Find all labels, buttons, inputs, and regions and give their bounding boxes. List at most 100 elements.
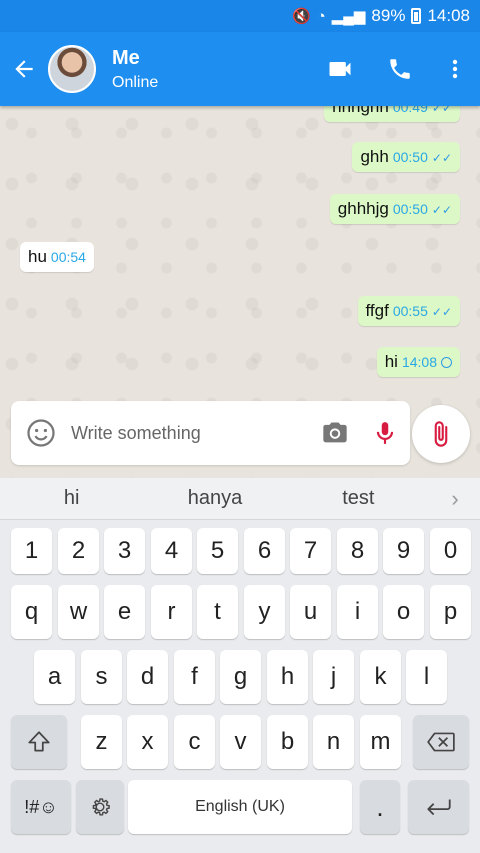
battery-icon bbox=[411, 8, 422, 24]
key[interactable]: 5 bbox=[197, 528, 238, 574]
key[interactable]: e bbox=[104, 585, 145, 639]
signal-icon: ▂▄▆ bbox=[331, 8, 366, 25]
back-button[interactable] bbox=[0, 32, 48, 106]
key[interactable]: c bbox=[174, 715, 215, 769]
key[interactable]: k bbox=[360, 650, 401, 704]
attach-button[interactable] bbox=[412, 405, 470, 463]
key[interactable]: 0 bbox=[430, 528, 471, 574]
backspace-key[interactable] bbox=[413, 715, 469, 769]
message-text: hu bbox=[28, 247, 47, 266]
key[interactable]: 7 bbox=[290, 528, 331, 574]
message-time: 00:54 bbox=[50, 249, 86, 265]
key[interactable]: b bbox=[267, 715, 308, 769]
emoji-button[interactable] bbox=[11, 401, 71, 465]
suggestion-item[interactable]: test bbox=[287, 487, 430, 510]
battery-percent: 89% bbox=[371, 6, 406, 25]
message-text: ghhhjg bbox=[337, 199, 389, 218]
paperclip-icon bbox=[434, 421, 448, 447]
chevron-right-icon[interactable]: › bbox=[430, 486, 480, 512]
message-composer bbox=[11, 401, 410, 465]
key[interactable]: l bbox=[406, 650, 447, 704]
key[interactable]: d bbox=[127, 650, 168, 704]
suggestion-item[interactable]: hi bbox=[0, 487, 143, 510]
phone-icon bbox=[390, 59, 410, 79]
key[interactable]: 9 bbox=[383, 528, 424, 574]
keyboard: hi hanya test › 1 2 3 4 5 6 7 8 9 0 q w … bbox=[0, 478, 480, 853]
double-check-icon: ✓✓ bbox=[431, 305, 452, 319]
camera-button[interactable] bbox=[310, 401, 360, 465]
avatar[interactable] bbox=[48, 45, 96, 93]
key[interactable]: 8 bbox=[337, 528, 378, 574]
shift-icon bbox=[28, 731, 50, 752]
message-text: hhhghh bbox=[332, 106, 389, 116]
pending-clock-icon bbox=[441, 357, 452, 368]
keyboard-settings-key[interactable] bbox=[76, 780, 124, 834]
status-bar: 🔇 ◔ ▂▄▆ 89% 14:08 bbox=[0, 0, 480, 32]
key[interactable]: w bbox=[58, 585, 99, 639]
key[interactable]: p bbox=[430, 585, 471, 639]
key[interactable]: z bbox=[81, 715, 122, 769]
camera-icon bbox=[323, 422, 347, 443]
voice-call-button[interactable] bbox=[370, 32, 430, 106]
key[interactable]: f bbox=[174, 650, 215, 704]
key[interactable]: q bbox=[11, 585, 52, 639]
key[interactable]: h bbox=[267, 650, 308, 704]
key[interactable]: 2 bbox=[58, 528, 99, 574]
microphone-button[interactable] bbox=[360, 401, 410, 465]
key[interactable]: o bbox=[383, 585, 424, 639]
key[interactable]: x bbox=[127, 715, 168, 769]
message-bubble[interactable]: hu 00:54 bbox=[20, 242, 94, 272]
key[interactable]: j bbox=[313, 650, 354, 704]
shift-key[interactable] bbox=[11, 715, 67, 769]
key[interactable]: s bbox=[81, 650, 122, 704]
key[interactable]: a bbox=[34, 650, 75, 704]
message-bubble[interactable]: ghhhjg 00:50 ✓✓ bbox=[329, 194, 460, 224]
key[interactable]: m bbox=[360, 715, 401, 769]
key[interactable]: y bbox=[244, 585, 285, 639]
suggestion-item[interactable]: hanya bbox=[143, 487, 286, 510]
message-text: ffgf bbox=[365, 301, 389, 320]
key[interactable]: u bbox=[290, 585, 331, 639]
message-text: hi bbox=[384, 352, 398, 371]
key[interactable]: v bbox=[220, 715, 261, 769]
message-bubble[interactable]: hi 14:08 bbox=[376, 347, 460, 377]
wifi-icon: ◔ bbox=[316, 7, 326, 25]
arrow-left-icon bbox=[15, 60, 33, 78]
backspace-icon bbox=[427, 732, 455, 752]
message-time: 00:49 bbox=[392, 106, 428, 115]
gear-icon bbox=[92, 798, 110, 816]
key[interactable]: i bbox=[337, 585, 378, 639]
double-check-icon: ✓✓ bbox=[431, 203, 452, 217]
enter-key[interactable] bbox=[408, 780, 469, 834]
more-options-button[interactable] bbox=[430, 32, 480, 106]
chat-header: Me Online bbox=[0, 32, 480, 106]
period-key[interactable]: . bbox=[360, 780, 400, 834]
message-bubble[interactable]: hhhghh 00:49 ✓✓ bbox=[324, 106, 460, 122]
microphone-icon bbox=[376, 422, 394, 444]
message-time: 00:50 bbox=[392, 149, 428, 165]
message-time: 14:08 bbox=[401, 354, 437, 370]
double-check-icon: ✓✓ bbox=[431, 151, 452, 165]
message-bubble[interactable]: ghh 00:50 ✓✓ bbox=[352, 142, 460, 172]
video-camera-icon bbox=[329, 62, 351, 76]
message-text: ghh bbox=[360, 147, 389, 166]
key[interactable]: g bbox=[220, 650, 261, 704]
mute-icon: 🔇 bbox=[291, 8, 311, 25]
key[interactable]: t bbox=[197, 585, 238, 639]
key[interactable]: 1 bbox=[11, 528, 52, 574]
key[interactable]: 3 bbox=[104, 528, 145, 574]
space-key[interactable]: English (UK) bbox=[128, 780, 352, 834]
message-time: 00:55 bbox=[392, 303, 428, 319]
key[interactable]: n bbox=[313, 715, 354, 769]
key[interactable]: 6 bbox=[244, 528, 285, 574]
suggestion-bar: hi hanya test › bbox=[0, 478, 480, 520]
message-input[interactable] bbox=[71, 422, 310, 444]
contact-info[interactable]: Me Online bbox=[112, 47, 158, 92]
double-check-icon: ✓✓ bbox=[431, 106, 452, 115]
symbols-key[interactable]: !#☺ bbox=[11, 780, 71, 834]
key[interactable]: r bbox=[151, 585, 192, 639]
message-time: 00:50 bbox=[392, 201, 428, 217]
video-call-button[interactable] bbox=[310, 32, 370, 106]
key[interactable]: 4 bbox=[151, 528, 192, 574]
message-bubble[interactable]: ffgf 00:55 ✓✓ bbox=[357, 296, 460, 326]
